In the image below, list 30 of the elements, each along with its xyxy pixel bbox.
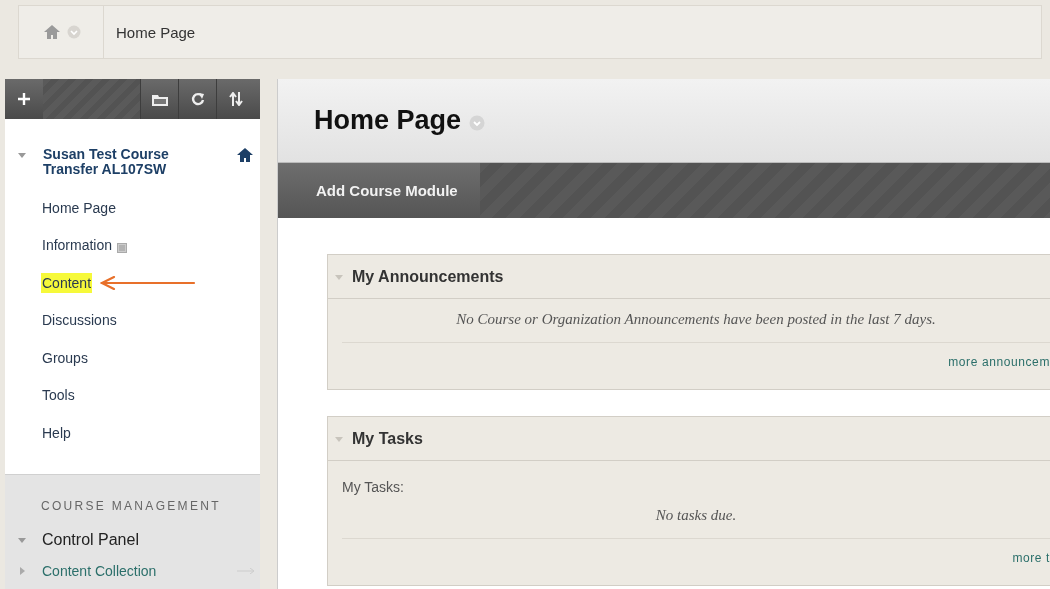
expand-triangle-icon[interactable] bbox=[17, 565, 27, 576]
chevron-circle-icon[interactable] bbox=[469, 114, 486, 131]
page-title: Home Page bbox=[314, 105, 462, 136]
collapse-triangle-icon[interactable] bbox=[17, 150, 27, 160]
module-label: My Tasks: bbox=[342, 478, 405, 495]
course-title-link[interactable]: Susan Test Course Transfer AL107SW bbox=[43, 147, 186, 177]
empty-message: No tasks due. bbox=[654, 506, 738, 525]
add-module-button[interactable]: Add Course Module bbox=[278, 163, 480, 218]
panel-title: Control Panel bbox=[42, 530, 139, 549]
more-link[interactable]: more announcem bbox=[948, 355, 1050, 369]
sort-arrows-icon bbox=[228, 92, 243, 106]
empty-message: No Course or Organization Announcements have been posted in the last 7 days. bbox=[455, 310, 937, 329]
module-title: My Announcements bbox=[352, 267, 504, 286]
menu-item-link[interactable]: Content bbox=[41, 272, 93, 293]
more-link[interactable]: more t bbox=[1012, 551, 1050, 565]
menu-item-link[interactable]: Help bbox=[41, 422, 72, 443]
menu-item-link[interactable]: Content Collection bbox=[42, 562, 237, 579]
menu-item-link[interactable]: Discussions bbox=[41, 310, 118, 331]
chevron-circle-icon[interactable] bbox=[67, 25, 81, 39]
menu-item-link[interactable]: Groups bbox=[41, 347, 89, 368]
section-heading: COURSE MANAGEMENT bbox=[40, 498, 222, 513]
breadcrumb-label: Home Page bbox=[116, 23, 196, 41]
home-icon[interactable] bbox=[236, 147, 254, 163]
refresh-icon bbox=[190, 92, 205, 106]
menu-item-link[interactable]: Tools bbox=[41, 385, 76, 406]
menu-item-link[interactable]: Information bbox=[41, 235, 114, 256]
module-title: My Tasks bbox=[352, 429, 423, 448]
menu-item-link[interactable]: Home Page bbox=[41, 197, 117, 218]
plus-icon bbox=[18, 93, 30, 105]
folder-icon bbox=[151, 92, 168, 106]
